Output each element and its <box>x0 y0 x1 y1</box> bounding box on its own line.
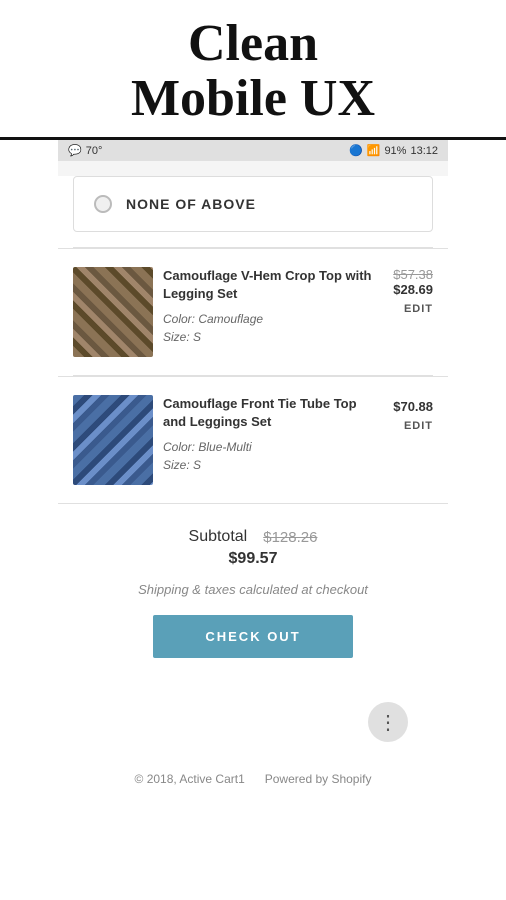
camo-pattern-1 <box>73 267 153 357</box>
product-row-2: Camouflage Front Tie Tube Top and Leggin… <box>58 376 448 503</box>
subtotal-section: Subtotal $128.26 $99.57 Shipping & taxes… <box>58 503 448 686</box>
product-price-col-2: $70.88 EDIT <box>393 395 433 432</box>
product-size-2: Size: S <box>163 456 383 474</box>
status-left: 💬 70° <box>68 144 102 157</box>
product-info-2: Camouflage Front Tie Tube Top and Leggin… <box>153 395 393 473</box>
page-title-line2: Mobile UX <box>10 70 496 127</box>
product-info-1: Camouflage V-Hem Crop Top with Legging S… <box>153 267 393 345</box>
camo-pattern-2 <box>73 395 153 485</box>
page-footer: © 2018, Active Cart1 Powered by Shopify <box>58 758 448 806</box>
price-sale-1: $28.69 <box>393 282 433 297</box>
status-temp: 70° <box>86 145 103 157</box>
subtotal-sale: $99.57 <box>78 550 428 568</box>
page-title-line1: Clean <box>10 18 496 70</box>
battery-text: 91% <box>384 145 406 157</box>
price-single-2: $70.88 <box>393 399 433 414</box>
product-row: Camouflage V-Hem Crop Top with Legging S… <box>58 248 448 375</box>
page-header: Clean Mobile UX <box>0 0 506 140</box>
cart-content: NONE OF ABOVE Camouflage V-Hem Crop Top … <box>58 176 448 806</box>
none-above-row[interactable]: NONE OF ABOVE <box>73 176 433 232</box>
subtotal-original: $128.26 <box>263 529 317 546</box>
copyright-text: © 2018, Active Cart1 <box>135 772 245 786</box>
radio-none-above[interactable] <box>94 195 112 213</box>
product-size-1: Size: S <box>163 328 383 346</box>
clock: 13:12 <box>410 145 438 157</box>
powered-by-text: Powered by Shopify <box>265 772 372 786</box>
chat-icon: 💬 <box>68 144 82 157</box>
product-image-2 <box>73 395 153 485</box>
product-name-2: Camouflage Front Tie Tube Top and Leggin… <box>163 395 383 431</box>
bluetooth-icon: 🔵 <box>349 144 363 157</box>
subtotal-label: Subtotal <box>189 528 248 546</box>
product-price-col-1: $57.38 $28.69 EDIT <box>393 267 433 315</box>
product-name-1: Camouflage V-Hem Crop Top with Legging S… <box>163 267 383 303</box>
none-above-label: NONE OF ABOVE <box>126 196 256 212</box>
status-bar: 💬 70° 🔵 📶 91% 13:12 <box>58 140 448 161</box>
product-image-1 <box>73 267 153 357</box>
status-right: 🔵 📶 91% 13:12 <box>349 144 438 157</box>
checkout-button[interactable]: CHECK OUT <box>153 615 353 658</box>
shipping-note: Shipping & taxes calculated at checkout <box>78 582 428 597</box>
edit-button-2[interactable]: EDIT <box>404 420 433 432</box>
product-color-1: Color: Camouflage <box>163 310 383 328</box>
price-original-1: $57.38 <box>393 267 433 282</box>
product-color-2: Color: Blue-Multi <box>163 438 383 456</box>
more-options-fab[interactable]: ⋮ <box>368 702 408 742</box>
signal-icon: 📶 <box>367 144 381 157</box>
edit-button-1[interactable]: EDIT <box>404 303 433 315</box>
subtotal-row: Subtotal $128.26 <box>78 528 428 546</box>
dots-icon: ⋮ <box>378 710 398 735</box>
phone-frame: 💬 70° 🔵 📶 91% 13:12 NONE OF ABOVE Camouf… <box>58 140 448 806</box>
